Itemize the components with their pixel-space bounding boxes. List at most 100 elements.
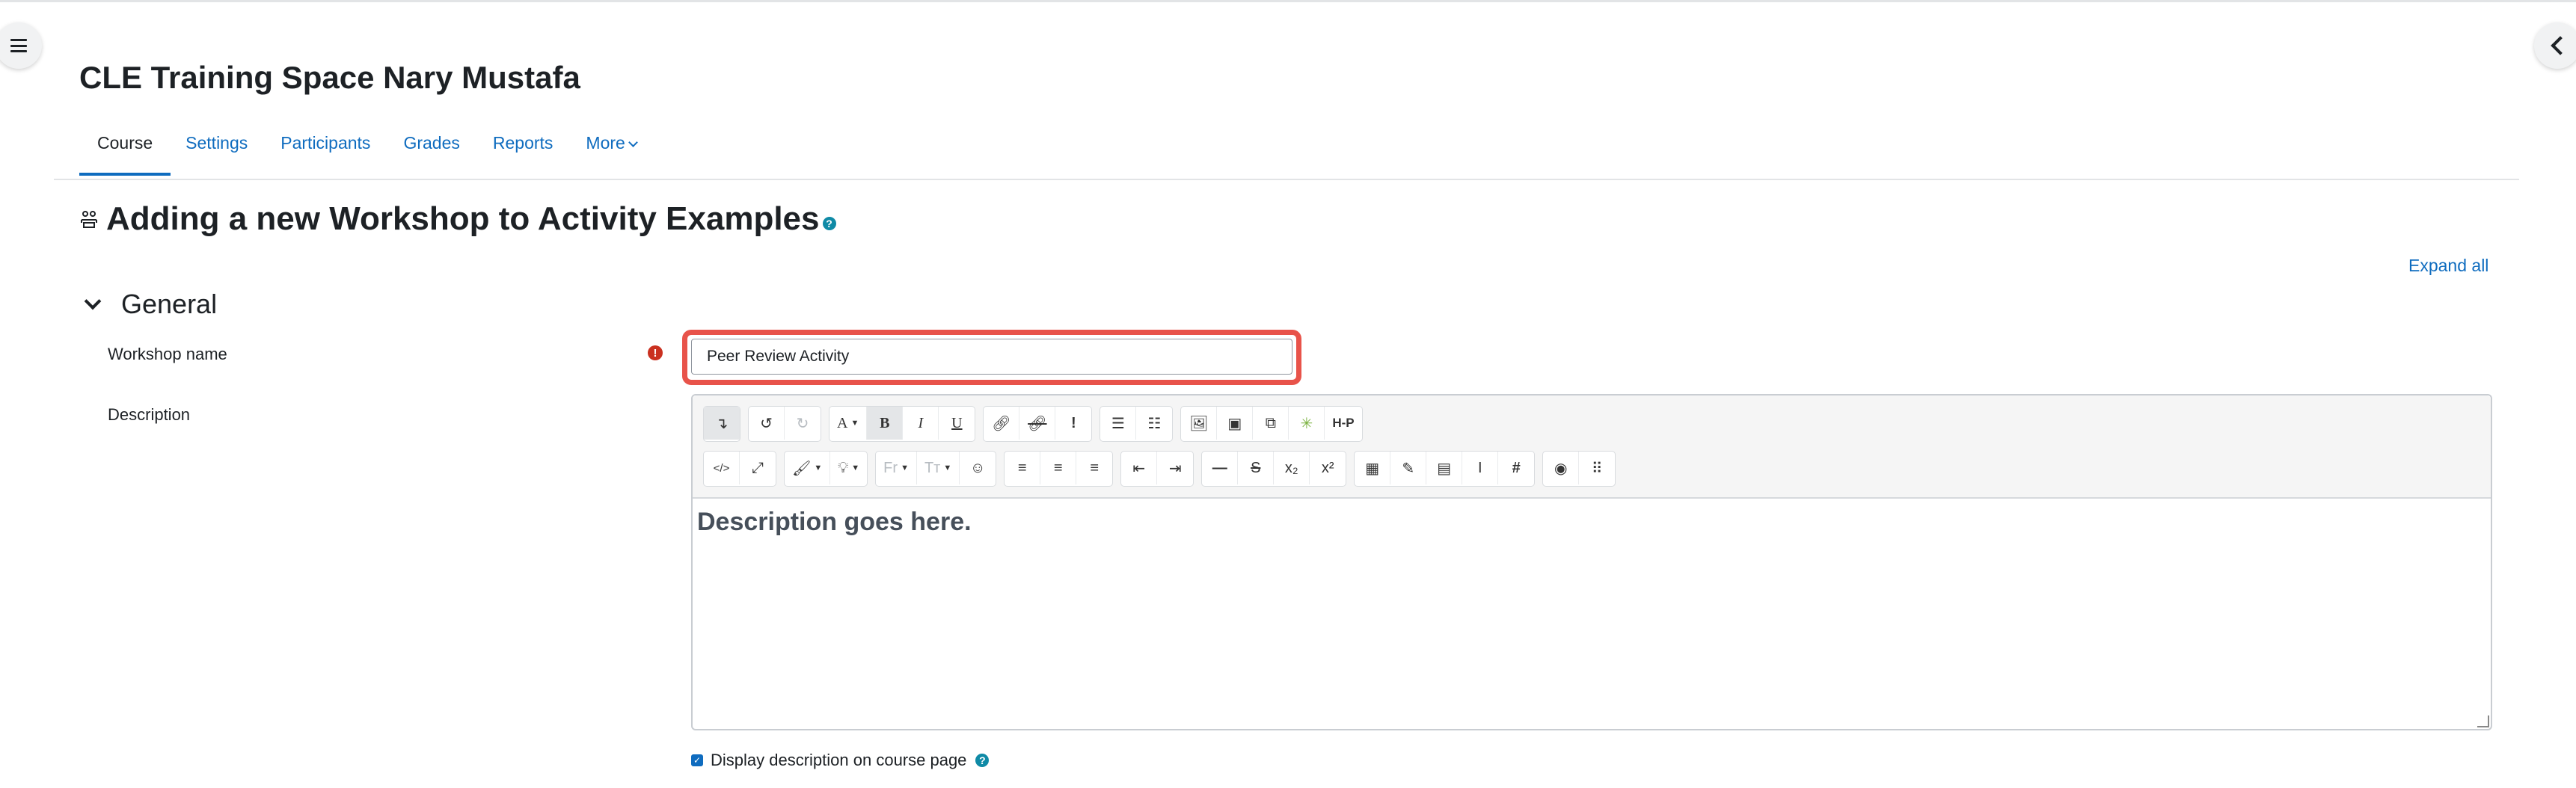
display-description-checkbox[interactable]: ✓	[691, 754, 703, 766]
undo-button[interactable]: ↺	[749, 407, 785, 440]
workshop-icon	[81, 211, 97, 228]
horizontal-rule-icon: —	[1212, 459, 1227, 476]
page-title: Adding a new Workshop to Activity Exampl…	[106, 200, 820, 237]
accessibility-checker-button[interactable]: ◉	[1543, 452, 1580, 484]
subscript-icon: x₂	[1284, 459, 1298, 476]
description-editor[interactable]: ↴ ↺ ↻ A ▼ B I U 🔗︎ 🔗︎ ! ☰ ☷ 🖼︎ ▣ ⧉ ✳ H-P…	[691, 394, 2492, 730]
expand-icon: ⤢	[752, 459, 764, 476]
align-left-icon: ≡	[1017, 459, 1027, 476]
font-family-label: Fr	[883, 459, 898, 476]
fullscreen-button[interactable]: ⤢	[740, 452, 776, 484]
underline-button[interactable]: U	[939, 407, 975, 440]
indent-icon: ⇥	[1168, 460, 1182, 477]
tab-participants[interactable]: Participants	[280, 133, 370, 176]
display-description-label: Display description on course page	[711, 751, 967, 769]
braille-icon: ⠿	[1591, 460, 1603, 477]
redo-button[interactable]: ↻	[785, 407, 821, 440]
emoji-button[interactable]: ☺	[960, 452, 996, 484]
lightbulb-icon: 💡︎	[838, 459, 849, 476]
screenreader-helper-button[interactable]: ⠿	[1579, 452, 1615, 484]
link-button[interactable]: 🔗︎	[984, 407, 1020, 440]
edit-button[interactable]: ✎	[1390, 452, 1427, 484]
superscript-button[interactable]: x²	[1310, 452, 1346, 484]
manage-files-button[interactable]: ⧉	[1253, 407, 1289, 440]
indent-button[interactable]: ⇥	[1157, 452, 1193, 484]
font-size-label: Tт	[924, 459, 941, 476]
accessibility-icon: ◉	[1554, 460, 1568, 477]
outdent-button[interactable]: ⇤	[1121, 452, 1158, 484]
required-icon: !	[648, 345, 663, 360]
tab-settings[interactable]: Settings	[185, 133, 248, 176]
font-family-select[interactable]: Fr ▼	[876, 452, 917, 484]
expand-all-link[interactable]: Expand all	[2408, 256, 2488, 276]
dropdown-caret-icon: ▼	[814, 464, 823, 473]
background-color-button[interactable]: 🖌︎ ▼	[785, 452, 831, 484]
strikethrough-button[interactable]: S	[1238, 452, 1275, 484]
block-drawer-toggle[interactable]	[2534, 22, 2576, 69]
numbered-list-button[interactable]: ☷	[1136, 407, 1172, 440]
course-index-toggle[interactable]	[0, 22, 42, 69]
unlink-button[interactable]: 🔗︎	[1019, 407, 1056, 440]
strikethrough-icon: S	[1251, 459, 1261, 476]
exclaim-icon: !	[1071, 414, 1076, 431]
image-icon: 🖼︎	[1189, 415, 1209, 432]
toolbar-toggle-icon: ↴	[715, 415, 729, 432]
help-icon[interactable]: ?	[822, 217, 836, 230]
subscript-button[interactable]: x₂	[1274, 452, 1310, 484]
align-center-icon: ≡	[1053, 459, 1063, 476]
dropdown-caret-icon: ▼	[850, 419, 859, 428]
bold-button[interactable]: B	[867, 407, 904, 440]
dropdown-caret-icon: ▼	[943, 464, 952, 473]
tab-reports[interactable]: Reports	[493, 133, 553, 176]
redo-icon: ↻	[796, 415, 809, 432]
font-size-select[interactable]: Tт ▼	[917, 452, 960, 484]
horizontal-rule-button[interactable]: —	[1202, 452, 1239, 484]
tab-more[interactable]: More	[586, 133, 638, 176]
highlight-button[interactable]: 💡︎ ▼	[830, 452, 867, 484]
italic-button[interactable]: I	[903, 407, 939, 440]
align-center-button[interactable]: ≡	[1040, 452, 1077, 484]
hashtag-button[interactable]: #	[1498, 452, 1534, 484]
dropdown-caret-icon: ▼	[851, 464, 860, 473]
superscript-icon: x²	[1321, 459, 1334, 476]
bullet-list-button[interactable]: ☰	[1100, 407, 1137, 440]
workshop-name-input[interactable]	[691, 339, 1292, 375]
display-description-option: ✓ Display description on course page ?	[691, 751, 990, 770]
general-section-toggle[interactable]: General	[84, 289, 218, 320]
recordrtc-button[interactable]: ✳	[1289, 407, 1325, 440]
tab-grades[interactable]: Grades	[403, 133, 459, 176]
files-icon: ⧉	[1265, 414, 1276, 431]
list-icon	[10, 39, 27, 52]
html-button[interactable]: </>	[704, 452, 740, 484]
font-color-button[interactable]: A ▼	[829, 407, 868, 440]
edit-icon: ✎	[1402, 460, 1415, 477]
calculator-button[interactable]: ▤	[1426, 452, 1463, 484]
h5p-button[interactable]: H-P	[1325, 407, 1361, 440]
media-button[interactable]: ▣	[1217, 407, 1254, 440]
dropdown-caret-icon: ▼	[901, 464, 909, 473]
bullet-list-icon: ☰	[1111, 415, 1125, 432]
chevron-left-icon	[2551, 36, 2570, 55]
resize-handle[interactable]	[2477, 715, 2489, 727]
editor-toolbar: ↴ ↺ ↻ A ▼ B I U 🔗︎ 🔗︎ ! ☰ ☷ 🖼︎ ▣ ⧉ ✳ H-P…	[693, 395, 2491, 499]
tab-course[interactable]: Course	[79, 133, 171, 176]
align-right-icon: ≡	[1090, 459, 1100, 476]
align-left-button[interactable]: ≡	[1005, 452, 1041, 484]
help-icon[interactable]: ?	[975, 754, 990, 767]
editor-content[interactable]: Description goes here.	[697, 508, 972, 537]
numbered-list-icon: ☷	[1147, 415, 1162, 432]
sparkle-icon: ✳	[1300, 415, 1313, 432]
outdent-icon: ⇤	[1132, 460, 1146, 477]
brush-icon: 🖌︎	[792, 460, 812, 477]
toolbar-toggle-button[interactable]: ↴	[704, 407, 740, 440]
calculator-icon: ▤	[1437, 460, 1452, 477]
undo-icon: ↺	[760, 415, 773, 432]
bold-icon: B	[880, 414, 890, 431]
link-icon: 🔗︎	[992, 415, 1011, 432]
section-title: General	[121, 289, 218, 319]
table-button[interactable]: ▦	[1355, 452, 1391, 484]
align-right-button[interactable]: ≡	[1076, 452, 1112, 484]
emphasis-button[interactable]: !	[1055, 407, 1091, 440]
text-cursor-button[interactable]: I	[1462, 452, 1499, 484]
image-button[interactable]: 🖼︎	[1181, 407, 1218, 440]
